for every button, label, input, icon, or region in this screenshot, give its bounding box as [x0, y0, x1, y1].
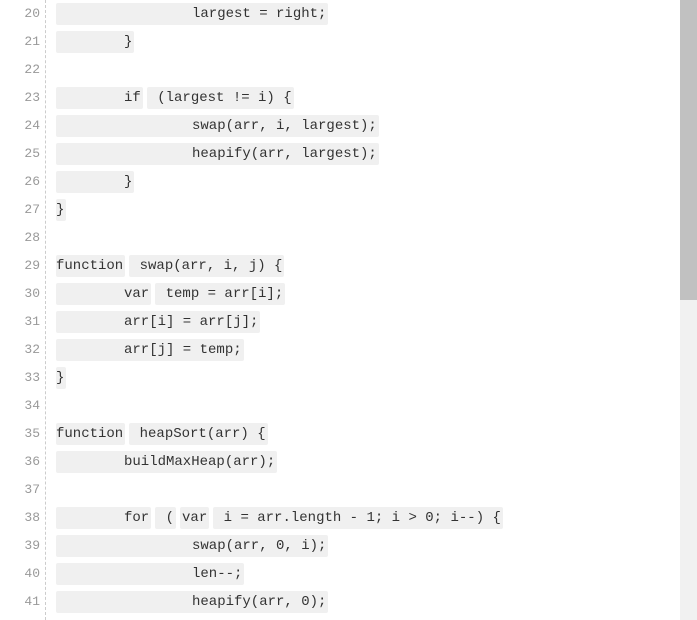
- code-line[interactable]: 34: [0, 392, 680, 420]
- code-line[interactable]: 40 len--;: [0, 560, 680, 588]
- code-segment: heapSort(arr) {: [129, 423, 267, 445]
- code-line[interactable]: 27}: [0, 196, 680, 224]
- code-line[interactable]: 24 swap(arr, i, largest);: [0, 112, 680, 140]
- code-line[interactable]: 36 buildMaxHeap(arr);: [0, 448, 680, 476]
- code-segment: }: [56, 199, 66, 221]
- code-segment: }: [56, 171, 134, 193]
- code-segment: swap(arr, i, j) {: [129, 255, 284, 277]
- line-number: 36: [0, 448, 46, 476]
- code-segment: buildMaxHeap(arr);: [56, 451, 277, 473]
- code-cell[interactable]: for (var i = arr.length - 1; i > 0; i--)…: [46, 504, 503, 532]
- code-line[interactable]: 39 swap(arr, 0, i);: [0, 532, 680, 560]
- code-line[interactable]: 26}: [0, 168, 680, 196]
- code-cell[interactable]: function swap(arr, i, j) {: [46, 252, 284, 280]
- code-cell[interactable]: swap(arr, i, largest);: [46, 112, 379, 140]
- code-line[interactable]: 41 heapify(arr, 0);: [0, 588, 680, 616]
- line-number: 29: [0, 252, 46, 280]
- code-segment: }: [56, 367, 66, 389]
- code-cell[interactable]: heapify(arr, largest);: [46, 140, 379, 168]
- code-segment: var: [56, 283, 151, 305]
- code-cell[interactable]: }: [46, 196, 66, 224]
- code-cell[interactable]: [46, 56, 56, 84]
- code-segment: (largest != i) {: [147, 87, 294, 109]
- code-cell[interactable]: arr[i] = arr[j];: [46, 308, 260, 336]
- code-cell[interactable]: function heapSort(arr) {: [46, 420, 268, 448]
- code-line[interactable]: 21}: [0, 28, 680, 56]
- line-number: 25: [0, 140, 46, 168]
- code-segment: heapify(arr, 0);: [56, 591, 328, 613]
- code-cell[interactable]: }: [46, 28, 134, 56]
- code-line[interactable]: 20 largest = right;: [0, 0, 680, 28]
- code-cell[interactable]: heapify(arr, 0);: [46, 588, 328, 616]
- code-cell[interactable]: }: [46, 364, 66, 392]
- line-number: 41: [0, 588, 46, 616]
- code-line[interactable]: 30var temp = arr[i];: [0, 280, 680, 308]
- code-segment: i = arr.length - 1; i > 0; i--) {: [213, 507, 503, 529]
- line-number: 26: [0, 168, 46, 196]
- code-segment: arr[j] = temp;: [56, 339, 244, 361]
- line-number: 37: [0, 476, 46, 504]
- vertical-scrollbar-track[interactable]: [680, 0, 697, 620]
- line-number: 38: [0, 504, 46, 532]
- line-number: 31: [0, 308, 46, 336]
- code-segment: for: [56, 507, 151, 529]
- code-segment: }: [56, 31, 134, 53]
- line-number: 24: [0, 112, 46, 140]
- code-segment: largest = right;: [56, 3, 328, 25]
- code-line[interactable]: 28: [0, 224, 680, 252]
- code-segment: swap(arr, 0, i);: [56, 535, 328, 557]
- code-line[interactable]: 35function heapSort(arr) {: [0, 420, 680, 448]
- code-line[interactable]: 37: [0, 476, 680, 504]
- code-cell[interactable]: var temp = arr[i];: [46, 280, 285, 308]
- code-line[interactable]: 22: [0, 56, 680, 84]
- line-number: 21: [0, 28, 46, 56]
- code-segment: function: [56, 255, 125, 277]
- code-cell[interactable]: arr[j] = temp;: [46, 336, 244, 364]
- line-number: 34: [0, 392, 46, 420]
- code-lines-area[interactable]: 20largest = right;21}2223if (largest != …: [0, 0, 680, 620]
- line-number: 30: [0, 280, 46, 308]
- code-cell[interactable]: len--;: [46, 560, 244, 588]
- line-number: 23: [0, 84, 46, 112]
- code-segment: len--;: [56, 563, 244, 585]
- code-cell[interactable]: if (largest != i) {: [46, 84, 294, 112]
- code-cell[interactable]: largest = right;: [46, 0, 328, 28]
- code-line[interactable]: 29function swap(arr, i, j) {: [0, 252, 680, 280]
- code-cell[interactable]: buildMaxHeap(arr);: [46, 448, 277, 476]
- line-number: 27: [0, 196, 46, 224]
- code-segment: heapify(arr, largest);: [56, 143, 379, 165]
- line-number: 39: [0, 532, 46, 560]
- code-cell[interactable]: }: [46, 168, 134, 196]
- line-number: 20: [0, 0, 46, 28]
- line-number: 35: [0, 420, 46, 448]
- vertical-scrollbar-thumb[interactable]: [680, 0, 697, 300]
- code-segment: (: [155, 507, 176, 529]
- code-segment: swap(arr, i, largest);: [56, 115, 379, 137]
- code-segment: function: [56, 423, 125, 445]
- code-line[interactable]: 33}: [0, 364, 680, 392]
- line-number: 32: [0, 336, 46, 364]
- line-number: 40: [0, 560, 46, 588]
- code-segment: arr[i] = arr[j];: [56, 311, 260, 333]
- code-segment: var: [180, 507, 209, 529]
- code-cell[interactable]: [46, 476, 56, 504]
- code-line[interactable]: 23if (largest != i) {: [0, 84, 680, 112]
- code-line[interactable]: 38for (var i = arr.length - 1; i > 0; i-…: [0, 504, 680, 532]
- code-cell[interactable]: [46, 224, 56, 252]
- code-line[interactable]: 31 arr[i] = arr[j];: [0, 308, 680, 336]
- code-cell[interactable]: swap(arr, 0, i);: [46, 532, 328, 560]
- code-editor: 20largest = right;21}2223if (largest != …: [0, 0, 697, 620]
- code-cell[interactable]: [46, 392, 56, 420]
- code-line[interactable]: 32 arr[j] = temp;: [0, 336, 680, 364]
- line-number: 33: [0, 364, 46, 392]
- line-number: 22: [0, 56, 46, 84]
- code-segment: if: [56, 87, 143, 109]
- line-number: 28: [0, 224, 46, 252]
- code-line[interactable]: 25 heapify(arr, largest);: [0, 140, 680, 168]
- code-segment: temp = arr[i];: [155, 283, 285, 305]
